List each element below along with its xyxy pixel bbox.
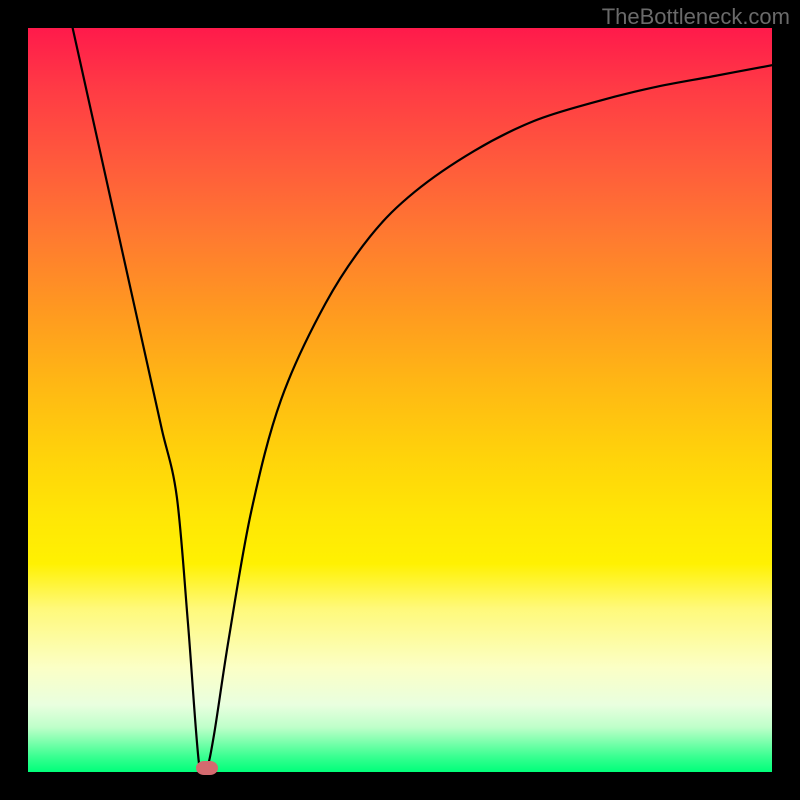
chart-frame: TheBottleneck.com [0,0,800,800]
optimal-point-marker [196,761,218,775]
watermark-text: TheBottleneck.com [602,4,790,30]
bottleneck-curve [0,0,800,800]
